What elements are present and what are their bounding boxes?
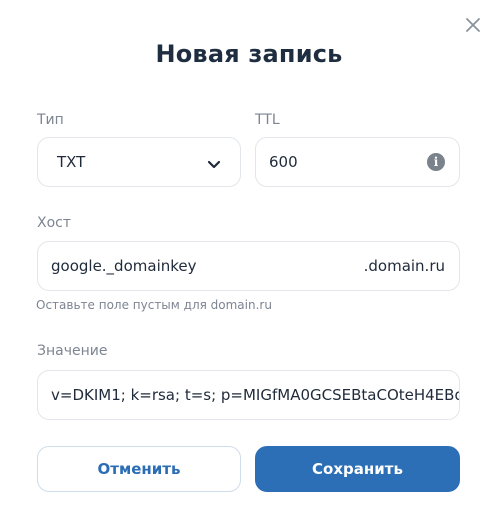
value-input-value: v=DKIM1; k=rsa; t=s; p=MIGfMA0GCSEBtaCOt… xyxy=(51,386,460,404)
dialog-title: Новая запись xyxy=(155,40,343,68)
ttl-label: TTL xyxy=(255,112,280,128)
chevron-down-icon xyxy=(206,156,222,169)
close-icon[interactable] xyxy=(462,14,484,36)
save-button[interactable]: Сохранить xyxy=(255,446,460,492)
value-input[interactable]: v=DKIM1; k=rsa; t=s; p=MIGfMA0GCSEBtaCOt… xyxy=(37,370,460,420)
type-label: Тип xyxy=(37,112,64,128)
host-hint: Оставьте поле пустым для domain.ru xyxy=(36,298,272,312)
cancel-button[interactable]: Отменить xyxy=(37,446,241,492)
ttl-input-value: 600 xyxy=(269,153,298,171)
value-label: Значение xyxy=(37,343,108,359)
ttl-input[interactable]: 600 i xyxy=(255,137,460,187)
type-select[interactable]: TXT xyxy=(37,137,241,187)
new-record-dialog: Новая запись Тип TXT TTL 600 i Хост goog… xyxy=(0,0,498,528)
host-domain-suffix: .domain.ru xyxy=(363,257,445,275)
type-select-value: TXT xyxy=(57,153,86,171)
info-icon[interactable]: i xyxy=(427,153,445,171)
host-input-value: google._domainkey xyxy=(51,257,197,275)
host-input[interactable]: google._domainkey .domain.ru xyxy=(37,241,460,291)
host-label: Хост xyxy=(37,215,72,231)
